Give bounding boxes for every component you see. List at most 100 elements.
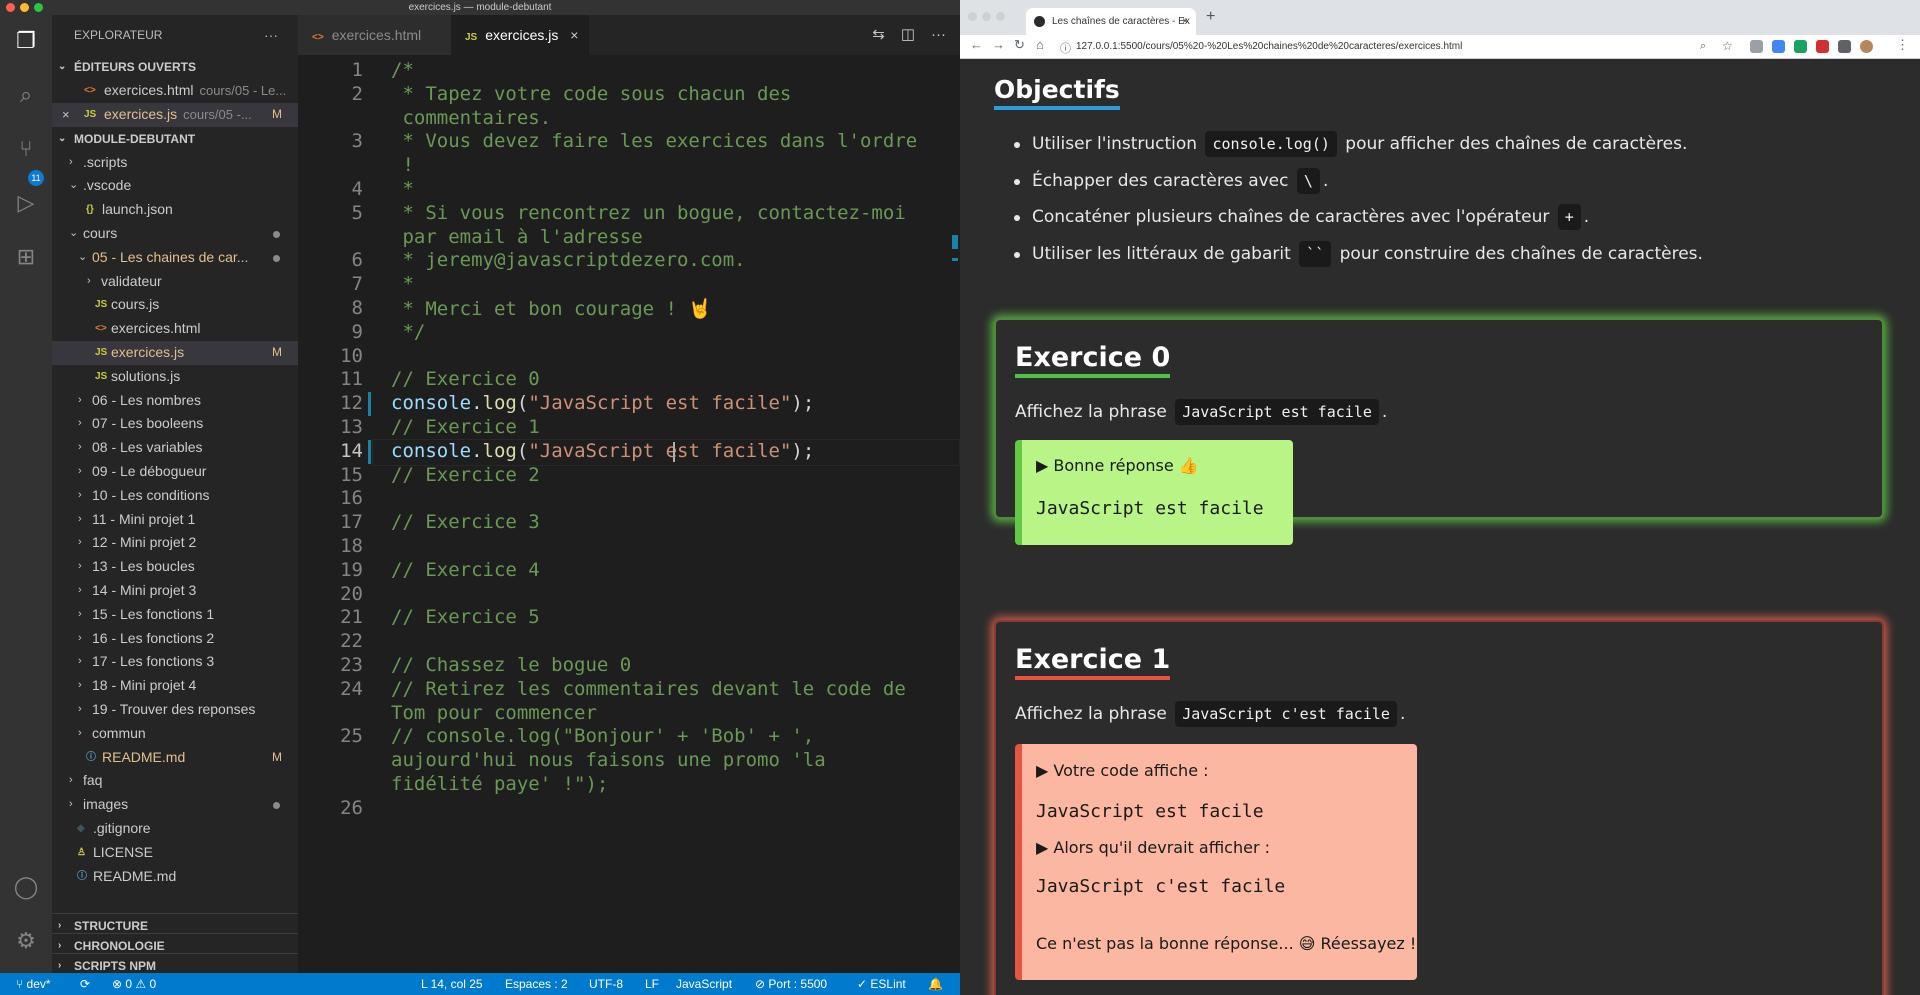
file-item[interactable]: JS cours.js bbox=[52, 293, 298, 317]
project-section[interactable]: ⌄ MODULE-DEBUTANT bbox=[52, 127, 298, 151]
folder-item[interactable]: › 13 - Les boucles bbox=[52, 555, 298, 579]
folder-item[interactable]: › 09 - Le débogueur bbox=[52, 460, 298, 484]
address-bar[interactable]: 127.0.0.1:5500/cours/05%20-%20Les%20chai… bbox=[1076, 35, 1462, 59]
file-item[interactable]: ⓘ README.md M bbox=[52, 746, 298, 770]
folder-item[interactable]: › 06 - Les nombres bbox=[52, 389, 298, 413]
your-output-label[interactable]: ▶ Votre code affiche : bbox=[1036, 761, 1209, 780]
extension-icon[interactable] bbox=[1772, 40, 1785, 53]
minimize-window-button[interactable] bbox=[982, 12, 991, 21]
run-debug-icon[interactable]: ▷ bbox=[12, 189, 40, 217]
account-icon[interactable]: ◯ bbox=[12, 873, 40, 901]
extension-icon[interactable] bbox=[1794, 40, 1807, 53]
file-item[interactable]: ⓘ README.md bbox=[52, 865, 298, 889]
sync-icon[interactable]: ⟳ bbox=[80, 973, 90, 995]
chevron-right-icon: › bbox=[78, 655, 82, 668]
folder-item[interactable]: › 11 - Mini projet 1 bbox=[52, 508, 298, 532]
folder-item[interactable]: › commun bbox=[52, 722, 298, 746]
bookmark-star-icon[interactable]: ☆ bbox=[1722, 39, 1733, 53]
minimize-window-button[interactable] bbox=[20, 3, 29, 12]
maximize-window-button[interactable] bbox=[34, 3, 43, 12]
profile-avatar[interactable] bbox=[1860, 40, 1873, 53]
folder-item[interactable]: › faq bbox=[52, 769, 298, 793]
forward-arrow-icon[interactable]: → bbox=[992, 37, 1005, 52]
live-server-port[interactable]: ⊘ Port : 5500 bbox=[755, 973, 827, 995]
tree-label: cours bbox=[83, 224, 118, 241]
folder-item[interactable]: › 14 - Mini projet 3 bbox=[52, 579, 298, 603]
reload-icon[interactable]: ↻ bbox=[1014, 37, 1025, 53]
extension-icon[interactable] bbox=[1816, 40, 1829, 53]
close-window-button[interactable] bbox=[6, 3, 15, 12]
extensions-icon[interactable]: ⊞ bbox=[12, 243, 40, 271]
folder-item[interactable]: › validateur bbox=[52, 270, 298, 294]
close-tab-icon[interactable]: × bbox=[1182, 8, 1188, 35]
line-number: 20 bbox=[340, 582, 363, 605]
tab-exercices-js[interactable]: JS exercices.js × bbox=[451, 15, 589, 55]
scrollbar-marker[interactable] bbox=[952, 235, 958, 249]
problems-indicator[interactable]: ⊗ 0 ⚠ 0 bbox=[112, 973, 156, 995]
file-item[interactable]: ♙ LICENSE bbox=[52, 841, 298, 865]
file-item[interactable]: <> exercices.html bbox=[52, 317, 298, 341]
encoding[interactable]: UTF-8 bbox=[589, 973, 623, 995]
tree-label: 06 - Les nombres bbox=[92, 391, 201, 408]
language-mode[interactable]: JavaScript bbox=[676, 973, 732, 995]
open-editor-item[interactable]: <> exercices.html cours/05 - Le... bbox=[52, 79, 298, 103]
folder-item[interactable]: ⌄ .vscode bbox=[52, 174, 298, 198]
file-item[interactable]: JS solutions.js bbox=[52, 365, 298, 389]
folder-item[interactable]: › .scripts bbox=[52, 151, 298, 175]
folder-item[interactable]: › images bbox=[52, 793, 298, 817]
expected-output-label[interactable]: ▶ Alors qu'il devrait afficher : bbox=[1036, 838, 1270, 857]
maximize-window-button[interactable] bbox=[996, 12, 1005, 21]
browser-tab[interactable]: Les chaînes de caractères - Ex × bbox=[1026, 8, 1196, 35]
file-item[interactable]: ◆ .gitignore bbox=[52, 817, 298, 841]
indentation[interactable]: Espaces : 2 bbox=[505, 973, 568, 995]
explorer-files-icon[interactable]: ❐ bbox=[12, 27, 40, 55]
extensions-puzzle-icon[interactable] bbox=[1838, 40, 1851, 53]
extension-icon[interactable] bbox=[1750, 40, 1763, 53]
notifications-bell-icon[interactable]: 🔔 bbox=[928, 973, 943, 995]
close-tab-icon[interactable]: × bbox=[570, 27, 578, 43]
answer-output: JavaScript est facile bbox=[1036, 498, 1264, 519]
compare-changes-icon[interactable]: ⇆ bbox=[872, 26, 885, 43]
folder-item[interactable]: ⌄ 05 - Les chaines de car... bbox=[52, 246, 298, 270]
folder-item[interactable]: › 08 - Les variables bbox=[52, 436, 298, 460]
code-line: ! bbox=[391, 154, 414, 177]
source-control-icon[interactable]: ⑂ bbox=[12, 135, 40, 163]
more-actions-icon[interactable]: ··· bbox=[264, 15, 278, 55]
folder-item[interactable]: › 07 - Les booleens bbox=[52, 412, 298, 436]
folder-item[interactable]: › 15 - Les fonctions 1 bbox=[52, 603, 298, 627]
search-icon[interactable]: ⌕ bbox=[12, 81, 40, 109]
folder-item[interactable]: › 16 - Les fonctions 2 bbox=[52, 627, 298, 651]
code-area[interactable]: 1/* 2 * Tapez votre code sous chacun des … bbox=[298, 55, 960, 973]
folder-item[interactable]: › 19 - Trouver des reponses bbox=[52, 698, 298, 722]
file-item[interactable]: JS exercices.js M bbox=[52, 340, 298, 365]
site-info-icon[interactable]: ⓘ bbox=[1060, 40, 1071, 56]
cursor-position[interactable]: L 14, col 25 bbox=[421, 973, 483, 995]
chrome-menu-icon[interactable]: ⋮ bbox=[1896, 37, 1909, 53]
close-window-button[interactable] bbox=[968, 12, 977, 21]
folder-item[interactable]: › 18 - Mini projet 4 bbox=[52, 674, 298, 698]
open-editor-item[interactable]: × JS exercices.js cours/05 -... M bbox=[52, 102, 298, 127]
correct-answer-label[interactable]: ▶ Bonne réponse 👍 bbox=[1036, 456, 1199, 475]
open-editors-section[interactable]: ⌄ ÉDITEURS OUVERTS bbox=[52, 55, 298, 79]
eslint-status[interactable]: ✓ ESLint bbox=[857, 973, 906, 995]
folder-item[interactable]: › 12 - Mini projet 2 bbox=[52, 531, 298, 555]
git-branch[interactable]: ⑂ dev* bbox=[16, 973, 51, 995]
new-tab-button[interactable]: + bbox=[1206, 8, 1215, 26]
close-icon[interactable]: × bbox=[62, 103, 70, 127]
more-actions-icon[interactable]: ··· bbox=[931, 26, 946, 43]
split-editor-icon[interactable]: ◫ bbox=[901, 26, 915, 43]
file-item[interactable]: {} launch.json bbox=[52, 198, 298, 222]
explorer-sidebar: EXPLORATEUR ··· ⌄ ÉDITEURS OUVERTS <> exe… bbox=[52, 15, 298, 973]
settings-gear-icon[interactable]: ⚙ bbox=[12, 927, 40, 955]
tab-exercices-html[interactable]: <> exercices.html bbox=[298, 15, 451, 55]
home-icon[interactable]: ⌂ bbox=[1036, 37, 1044, 52]
exercise-0-card: Exercice 0 Affichez la phrase JavaScript… bbox=[994, 318, 1884, 545]
back-arrow-icon[interactable]: ← bbox=[970, 37, 983, 52]
folder-item[interactable]: ⌄ cours bbox=[52, 222, 298, 246]
scrollbar-marker[interactable] bbox=[952, 258, 958, 261]
end-of-line[interactable]: LF bbox=[645, 973, 659, 995]
line-number: 6 bbox=[351, 249, 363, 272]
zoom-icon[interactable]: ⌕ bbox=[1700, 40, 1706, 53]
folder-item[interactable]: › 17 - Les fonctions 3 bbox=[52, 650, 298, 674]
folder-item[interactable]: › 10 - Les conditions bbox=[52, 484, 298, 508]
